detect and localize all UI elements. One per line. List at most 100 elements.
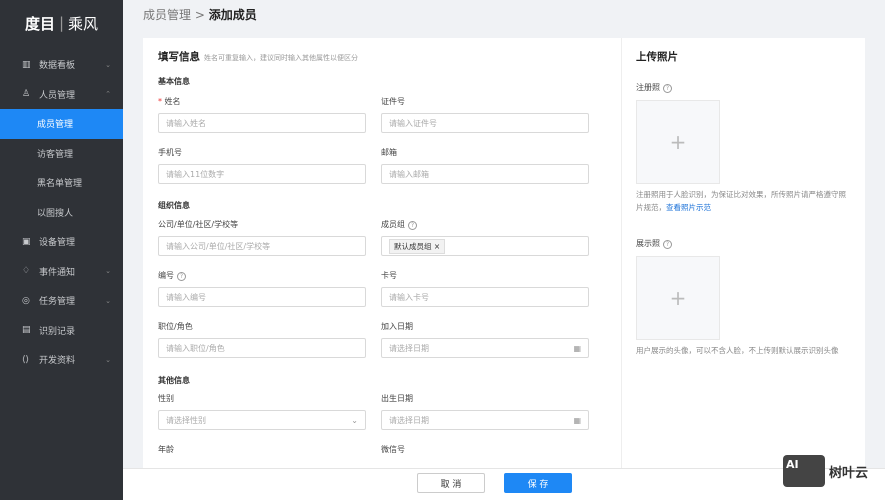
role-label: 职位/角色 (158, 322, 193, 331)
cancel-button[interactable]: 取 消 (417, 473, 485, 493)
nav-visitors[interactable]: 访客管理 (0, 139, 123, 169)
id-field: 证件号 请输入证件号 (381, 96, 589, 133)
card-label: 卡号 (381, 271, 397, 280)
chevron-down-icon: ⌄ (105, 60, 111, 69)
birth-placeholder: 请选择日期 (389, 415, 429, 425)
birth-date-input[interactable]: 请选择日期 ▦ (381, 410, 589, 430)
role-input[interactable]: 请输入职位/角色 (158, 338, 366, 358)
breadcrumb-parent[interactable]: 成员管理 (143, 8, 191, 22)
company-input[interactable]: 请输入公司/单位/社区/学校等 (158, 236, 366, 256)
join-date-field: 加入日期 请选择日期 ▦ (381, 321, 589, 358)
section-basic: 基本信息 (158, 77, 190, 86)
section-org: 组织信息 (158, 201, 190, 210)
save-button[interactable]: 保 存 (504, 473, 572, 493)
group-tag: 默认成员组 × (389, 238, 446, 254)
register-hint: 注册照用于人脸识别，为保证比对效果，所传照片请严格遵守照片规范，查看照片示范 (636, 188, 851, 214)
group-tag-label: 默认成员组 (394, 241, 432, 251)
form-title-text: 填写信息 (158, 51, 200, 63)
company-field: 公司/单位/社区/学校等 请输入公司/单位/社区/学校等 (158, 219, 366, 256)
gender-select[interactable]: 请选择性别 ⌄ (158, 410, 366, 430)
nav-events[interactable]: ♢ 事件通知 ⌄ (0, 257, 123, 287)
photo-card: 上传照片 注册照? + 注册照用于人脸识别，为保证比对效果，所传照片请严格遵守照… (621, 38, 865, 468)
chevron-down-icon: ⌄ (351, 415, 358, 425)
nav-tasks[interactable]: ◎ 任务管理 ⌄ (0, 286, 123, 316)
calendar-icon: ▦ (573, 415, 581, 425)
gender-label: 性别 (158, 394, 174, 403)
birth-label: 出生日期 (381, 394, 413, 403)
id-label: 证件号 (381, 97, 405, 106)
group-label: 成员组 (381, 220, 405, 229)
plus-icon: + (669, 286, 687, 310)
nav-label: 事件通知 (39, 267, 76, 278)
display-photo-upload[interactable]: + (636, 256, 720, 340)
name-label: 姓名 (164, 97, 181, 106)
logo-main: 度目 (24, 14, 55, 33)
nav-dev[interactable]: ⟨⟩ 开发资料 ⌄ (0, 345, 123, 375)
email-field: 邮箱 请输入邮箱 (381, 147, 589, 184)
logo-sub: 乘风 (68, 14, 99, 33)
nav-label: 开发资料 (39, 356, 76, 367)
gender-field: 性别请选择性别 ⌄ (158, 393, 366, 430)
id-input[interactable]: 请输入证件号 (381, 113, 589, 133)
chevron-down-icon: ⌄ (105, 267, 111, 276)
help-icon[interactable]: ? (408, 221, 417, 230)
nav-image-search[interactable]: 以图搜人 (0, 198, 123, 228)
nav-label: 设备管理 (39, 238, 76, 249)
chevron-down-icon: ⌄ (105, 296, 111, 305)
card-input[interactable]: 请输入卡号 (381, 287, 589, 307)
close-icon[interactable]: × (434, 242, 440, 251)
nav-label: 任务管理 (39, 297, 76, 308)
breadcrumb-current: 添加成员 (208, 8, 257, 22)
calendar-icon: ▦ (573, 343, 581, 353)
email-label: 邮箱 (381, 148, 397, 157)
watermark-text: 树叶云 (829, 465, 869, 481)
display-label: 展示照 (636, 239, 660, 248)
wechat-label: 微信号 (381, 445, 405, 454)
help-icon[interactable]: ? (177, 272, 186, 281)
nav-people[interactable]: ♙ 人员管理 ⌃ (0, 80, 123, 110)
phone-field: 手机号请输入11位数字 (158, 147, 366, 184)
nav-members[interactable]: 成员管理 (0, 109, 123, 139)
nav-label: 识别记录 (39, 326, 76, 337)
device-icon: ▣ (22, 236, 31, 247)
nav-label: 数据看板 (39, 61, 76, 72)
role-field: 职位/角色请输入职位/角色 (158, 321, 366, 358)
age-label: 年龄 (158, 445, 174, 454)
plus-icon: + (669, 130, 687, 154)
nav-records[interactable]: ▤ 识别记录 (0, 316, 123, 346)
card-field: 卡号 请输入卡号 (381, 270, 589, 307)
nav-label: 成员管理 (37, 120, 74, 131)
footer: 取 消 保 存 (123, 468, 885, 500)
name-input[interactable]: 请输入姓名 (158, 113, 366, 133)
photo-example-link[interactable]: 查看照片示范 (666, 203, 711, 212)
photo-title: 上传照片 (636, 51, 678, 63)
email-input[interactable]: 请输入邮箱 (381, 164, 589, 184)
number-input[interactable]: 请输入编号 (158, 287, 366, 307)
person-icon: ♙ (22, 89, 31, 100)
register-photo-upload[interactable]: + (636, 100, 720, 184)
wechat-field: 微信号 (381, 444, 589, 461)
nav-dashboard[interactable]: ▥ 数据看板 ⌄ (0, 50, 123, 80)
nav-blacklist[interactable]: 黑名单管理 (0, 168, 123, 198)
watermark: AI 树叶云 (783, 455, 868, 487)
group-field: 成员组? 默认成员组 × (381, 219, 589, 256)
chevron-up-icon: ⌃ (105, 90, 111, 99)
chevron-down-icon: ⌄ (105, 355, 111, 364)
watermark-logo: AI (783, 455, 825, 487)
nav-devices[interactable]: ▣ 设备管理 (0, 227, 123, 257)
group-select[interactable]: 默认成员组 × (381, 236, 589, 256)
logo: 度目 | 乘风 (24, 14, 99, 33)
phone-label: 手机号 (158, 148, 182, 157)
nav-label: 以图搜人 (37, 208, 74, 219)
nav-label: 访客管理 (37, 149, 74, 160)
register-label: 注册照 (636, 83, 660, 92)
help-icon[interactable]: ? (663, 240, 672, 249)
chart-icon: ▥ (22, 59, 31, 70)
number-label: 编号 (158, 271, 174, 280)
birth-date-field: 出生日期请选择日期 ▦ (381, 393, 589, 430)
phone-input[interactable]: 请输入11位数字 (158, 164, 366, 184)
gender-placeholder: 请选择性别 (166, 415, 206, 425)
join-date-input[interactable]: 请选择日期 ▦ (381, 338, 589, 358)
form-card: 填写信息 姓名可重复输入，建议同时输入其他属性以便区分 基本信息 组织信息 其他信… (143, 38, 621, 468)
help-icon[interactable]: ? (663, 84, 672, 93)
